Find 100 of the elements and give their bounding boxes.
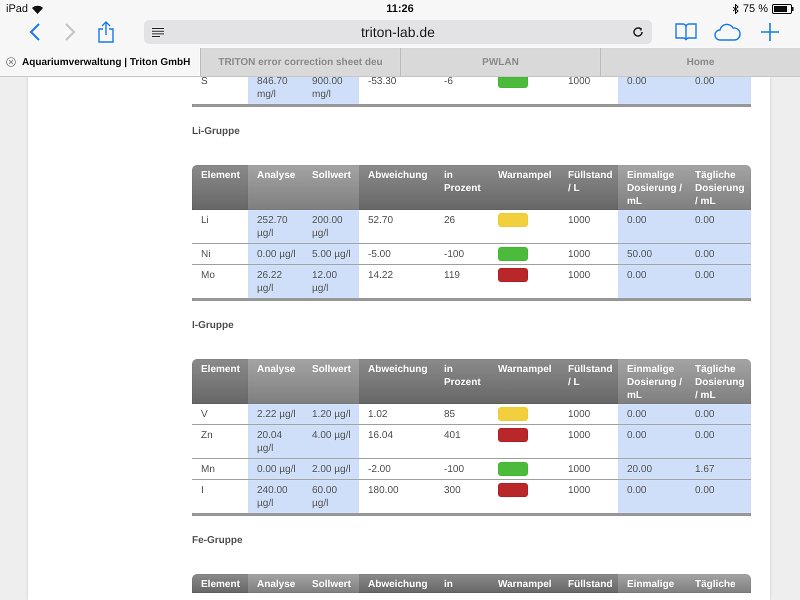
table-cell: 119 [435, 264, 489, 300]
chevron-left-icon[interactable] [28, 23, 40, 41]
table-cell: 5.00 µg/l [303, 244, 359, 264]
table-cell: 0.00 [686, 264, 751, 300]
clock-time: 11:26 [386, 3, 414, 15]
section-heading: I-Gruppe [192, 320, 235, 331]
table-cell: 0.00 [618, 404, 686, 424]
table-cell: 240.00 µg/l [248, 480, 303, 514]
cloud-icon[interactable] [714, 23, 742, 41]
device-name: iPad [6, 3, 28, 15]
column-header: in [435, 574, 489, 593]
table-cell: 1000 [559, 210, 618, 244]
column-header: Tägliche Dosierung / mL [686, 165, 751, 210]
browser-tab[interactable]: TRITON error correction sheet deu [200, 48, 400, 76]
table-cell: -5.00 [359, 244, 435, 264]
table-cell: 0.00 µg/l [248, 244, 303, 264]
column-header: Tägliche [686, 574, 751, 593]
table-cell: 0.00 [618, 480, 686, 514]
column-header: Abweichung [359, 165, 435, 210]
share-icon[interactable] [98, 21, 114, 43]
table-cell: 0.00 [686, 424, 751, 458]
column-header: Sollwert [303, 574, 359, 593]
table-cell: Ni [192, 244, 248, 264]
table-cell: 2.00 µg/l [303, 458, 359, 480]
column-header: Warnampel [489, 574, 559, 593]
column-header: Element [192, 165, 248, 210]
column-header: Füllstand / L [559, 359, 618, 404]
table-cell: 0.00 [686, 404, 751, 424]
section-heading: Li-Gruppe [192, 126, 241, 137]
table-cell: 1000 [559, 404, 618, 424]
column-header: Warnampel [489, 165, 559, 210]
table-cell: 0.00 [686, 480, 751, 514]
column-header: Analyse [248, 359, 303, 404]
table-cell: 846.70 mg/l [248, 77, 303, 106]
table-cell: 1000 [559, 480, 618, 514]
table-cell: 1000 [559, 458, 618, 480]
column-header: Warnampel [489, 359, 559, 404]
column-header: Analyse [248, 165, 303, 210]
table-cell: 1.20 µg/l [303, 404, 359, 424]
column-header: Füllstand / L [559, 165, 618, 210]
table-cell: Li [192, 210, 248, 244]
table-cell: 52.70 [359, 210, 435, 244]
book-icon[interactable] [675, 23, 697, 41]
table-cell: 0.00 [618, 264, 686, 300]
close-icon[interactable] [6, 57, 16, 67]
address-bar[interactable]: triton-lab.de [144, 20, 652, 44]
column-header: Sollwert [303, 359, 359, 404]
column-header: in Prozent [435, 359, 489, 404]
table-cell: 0.00 [686, 210, 751, 244]
reader-icon[interactable] [152, 28, 164, 36]
table-cell: 900.00 mg/l [303, 77, 359, 106]
battery-icon [772, 4, 794, 14]
bluetooth-icon [732, 4, 739, 14]
column-header: in Prozent [435, 165, 489, 210]
plus-icon[interactable] [761, 23, 779, 41]
column-header: Element [192, 574, 248, 593]
reload-icon[interactable] [632, 26, 644, 38]
column-header: Tägliche Dosierung / mL [686, 359, 751, 404]
table-cell: 60.00 µg/l [303, 480, 359, 514]
table-cell: 20.04 µg/l [248, 424, 303, 458]
browser-tab[interactable]: Home [600, 48, 800, 76]
table-cell: 1000 [559, 264, 618, 300]
table-cell: -100 [435, 458, 489, 480]
table-cell: Mn [192, 458, 248, 480]
table-cell: 0.00 [618, 77, 686, 106]
table-cell: 1000 [559, 77, 618, 106]
table-cell: 180.00 [359, 480, 435, 514]
table-cell: 2.22 µg/l [248, 404, 303, 424]
table-cell: 252.70 µg/l [248, 210, 303, 244]
table-cell: 0.00 [686, 244, 751, 264]
table-cell: 14.22 [359, 264, 435, 300]
table-cell: S [192, 77, 248, 106]
column-header: Analyse [248, 574, 303, 593]
table-cell: 12.00 µg/l [303, 264, 359, 300]
table-cell: V [192, 404, 248, 424]
table-cell: 85 [435, 404, 489, 424]
column-header: Sollwert [303, 165, 359, 210]
column-header: Einmalige [618, 574, 686, 593]
column-header: Abweichung [359, 574, 435, 593]
column-header: Einmalige Dosierung / mL [618, 359, 686, 404]
column-header: Element [192, 359, 248, 404]
section-heading: Fe-Gruppe [192, 535, 244, 546]
table-cell: 0.00 [618, 424, 686, 458]
table-cell: 1000 [559, 244, 618, 264]
table-cell: 4.00 µg/l [303, 424, 359, 458]
table-cell: 20.00 [618, 458, 686, 480]
table-cell: 1.02 [359, 404, 435, 424]
table-cell: Mo [192, 264, 248, 300]
table-cell: -53.30 [359, 77, 435, 106]
table-cell: -100 [435, 244, 489, 264]
table-cell: 26.22 µg/l [248, 264, 303, 300]
battery-percent: 75 % [742, 3, 768, 15]
table-cell: 300 [435, 480, 489, 514]
table-cell: 401 [435, 424, 489, 458]
table-cell: 26 [435, 210, 489, 244]
table-cell: I [192, 480, 248, 514]
table-cell: 0.00 [618, 210, 686, 244]
table-cell: -6 [435, 77, 489, 106]
table-cell: 1.67 [686, 458, 751, 480]
browser-tab[interactable]: PWLAN [400, 48, 600, 76]
